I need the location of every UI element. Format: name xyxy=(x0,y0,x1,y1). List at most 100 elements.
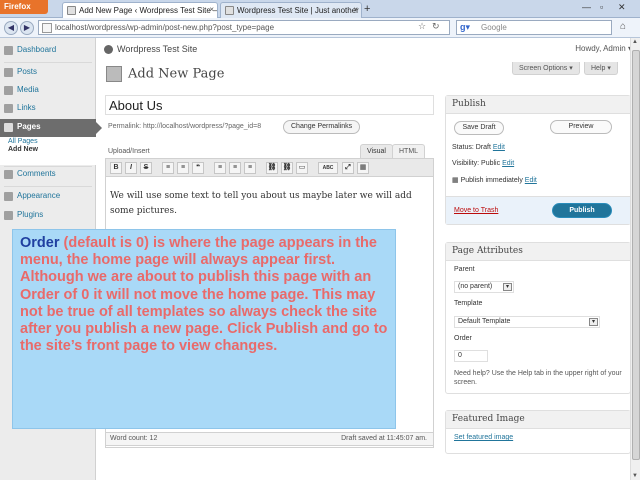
reload-icon[interactable]: ↻ xyxy=(432,21,440,32)
editor-content[interactable]: We will use some text to tell you about … xyxy=(106,177,433,219)
sidebar-item-appearance[interactable]: Appearance xyxy=(0,188,96,206)
preview-button[interactable]: Preview xyxy=(550,120,612,134)
site-identity-icon[interactable] xyxy=(42,23,52,33)
set-featured-image-link[interactable]: Set featured image xyxy=(454,434,513,441)
sidebar-item-media[interactable]: Media xyxy=(0,82,96,100)
tab-html[interactable]: HTML xyxy=(392,144,426,158)
move-to-trash-link[interactable]: Move to Trash xyxy=(454,207,498,214)
publish-date-label: Publish immediately xyxy=(460,177,523,184)
scroll-up-icon[interactable]: ▲ xyxy=(632,39,638,45)
sidebar-item-dashboard[interactable]: Dashboard xyxy=(0,42,96,60)
scroll-down-icon[interactable]: ▼ xyxy=(632,473,638,479)
scroll-thumb[interactable] xyxy=(632,50,640,460)
page-scrollbar[interactable]: ▲ ▼ xyxy=(630,38,640,480)
strikethrough-button[interactable]: S xyxy=(140,162,152,174)
tab-label: Add New Page ‹ Wordpress Test Site — xyxy=(79,6,218,15)
unlink-button[interactable]: ⛓ xyxy=(281,162,293,174)
sidebar-item-label: Media xyxy=(17,85,39,94)
sidebar-item-label: Appearance xyxy=(17,191,61,200)
save-draft-button[interactable]: Save Draft xyxy=(454,121,504,135)
close-window-icon[interactable]: ✕ xyxy=(618,2,626,13)
align-left-button[interactable]: ≡ xyxy=(214,162,226,174)
home-icon[interactable]: ⌂ xyxy=(620,21,626,32)
plugin-icon xyxy=(4,211,13,220)
favicon-icon xyxy=(67,6,76,15)
submenu-item-add-new[interactable]: Add New xyxy=(0,145,96,153)
spellcheck-button[interactable]: ABC xyxy=(318,162,338,174)
annotation-keyword: Order xyxy=(20,235,60,251)
admin-header: Wordpress Test Site Howdy, Admin ▾ xyxy=(96,38,640,58)
align-right-button[interactable]: ≡ xyxy=(244,162,256,174)
template-select-value: Default Template xyxy=(458,318,511,325)
bold-button[interactable]: B xyxy=(110,162,122,174)
publish-box: Publish Save Draft Preview Status: Draft… xyxy=(445,95,631,225)
tab-add-new-page[interactable]: Add New Page ‹ Wordpress Test Site — × xyxy=(62,2,218,18)
pin-icon xyxy=(4,68,13,77)
visibility-line: Visibility: Public Edit xyxy=(452,160,514,167)
parent-select[interactable]: (no parent) ▾ xyxy=(454,281,514,293)
sidebar-item-label: Dashboard xyxy=(17,45,57,54)
numbered-list-button[interactable]: ≡ xyxy=(177,162,189,174)
page-attributes-heading: Page Attributes xyxy=(446,243,630,261)
close-tab-icon[interactable]: × xyxy=(353,5,358,14)
featured-image-heading: Featured Image xyxy=(446,411,630,429)
change-permalinks-button[interactable]: Change Permalinks xyxy=(283,120,361,134)
publish-date-edit-link[interactable]: Edit xyxy=(525,177,537,184)
submenu-item-all-pages[interactable]: All Pages xyxy=(0,137,96,145)
template-select[interactable]: Default Template ▾ xyxy=(454,316,600,328)
featured-image-box: Featured Image Set featured image xyxy=(445,410,631,454)
order-input[interactable]: 0 xyxy=(454,350,488,362)
favicon-icon xyxy=(225,6,234,15)
publish-box-heading: Publish xyxy=(446,96,630,114)
minimize-icon[interactable]: — xyxy=(582,2,591,12)
sidebar-item-label: Posts xyxy=(17,67,38,76)
screen-options-button[interactable]: Screen Options ▾ xyxy=(512,62,580,75)
kitchen-sink-button[interactable]: ▦ xyxy=(357,162,369,174)
url-bar[interactable]: localhost/wordpress/wp-admin/post-new.ph… xyxy=(38,20,450,35)
bullet-list-button[interactable]: ≡ xyxy=(162,162,174,174)
blockquote-button[interactable]: ❝ xyxy=(192,162,204,174)
page-title-text: Add New Page xyxy=(128,66,225,82)
tab-test-site[interactable]: Wordpress Test Site | Just another Wo...… xyxy=(220,2,362,18)
sidebar-item-plugins[interactable]: Plugins xyxy=(0,207,96,225)
italic-button[interactable]: I xyxy=(125,162,137,174)
back-icon[interactable]: ◀ xyxy=(4,21,18,35)
maximize-icon[interactable]: ▫ xyxy=(600,2,603,12)
align-center-button[interactable]: ≡ xyxy=(229,162,241,174)
parent-select-value: (no parent) xyxy=(458,283,493,290)
pages-submenu: All Pages Add New xyxy=(0,137,96,165)
bookmark-star-icon[interactable]: ☆ xyxy=(418,21,426,32)
status-edit-link[interactable]: Edit xyxy=(493,144,505,151)
title-input[interactable]: About Us xyxy=(105,95,434,115)
calendar-icon: ▦ xyxy=(452,177,459,184)
appearance-icon xyxy=(4,192,13,201)
google-icon[interactable]: g▾ xyxy=(460,22,470,33)
sidebar-item-label: Pages xyxy=(17,122,41,131)
template-label: Template xyxy=(454,300,483,307)
sidebar-item-pages[interactable]: Pages xyxy=(0,119,102,137)
publish-button[interactable]: Publish xyxy=(552,203,612,218)
insert-more-button[interactable]: ▭ xyxy=(296,162,308,174)
search-input[interactable]: g▾ Google xyxy=(456,20,612,35)
sidebar-item-links[interactable]: Links xyxy=(0,100,96,118)
sidebar-item-posts[interactable]: Posts xyxy=(0,64,96,82)
visibility-edit-link[interactable]: Edit xyxy=(502,160,514,167)
insert-link-button[interactable]: ⛓ xyxy=(266,162,278,174)
upload-insert-link[interactable]: Upload/Insert xyxy=(108,148,150,155)
new-tab-button[interactable]: + xyxy=(364,3,370,15)
howdy-user-menu[interactable]: Howdy, Admin ▾ xyxy=(575,44,632,53)
sidebar-item-label: Comments xyxy=(17,169,56,178)
sidebar-item-comments[interactable]: Comments xyxy=(0,166,96,184)
tab-visual[interactable]: Visual xyxy=(360,144,393,158)
status-label: Status: Draft xyxy=(452,144,491,151)
fullscreen-button[interactable]: ⤢ xyxy=(342,162,354,174)
help-button[interactable]: Help ▾ xyxy=(584,62,618,75)
firefox-menu-button[interactable]: Firefox xyxy=(0,0,48,14)
site-title[interactable]: Wordpress Test Site xyxy=(104,44,198,55)
close-tab-icon[interactable]: × xyxy=(209,5,214,14)
forward-icon[interactable]: ▶ xyxy=(20,21,34,35)
site-title-text: Wordpress Test Site xyxy=(117,44,198,54)
comment-icon xyxy=(4,170,13,179)
tab-label: Wordpress Test Site | Just another Wo... xyxy=(237,6,361,15)
browser-tab-bar: Firefox Add New Page ‹ Wordpress Test Si… xyxy=(0,0,640,18)
